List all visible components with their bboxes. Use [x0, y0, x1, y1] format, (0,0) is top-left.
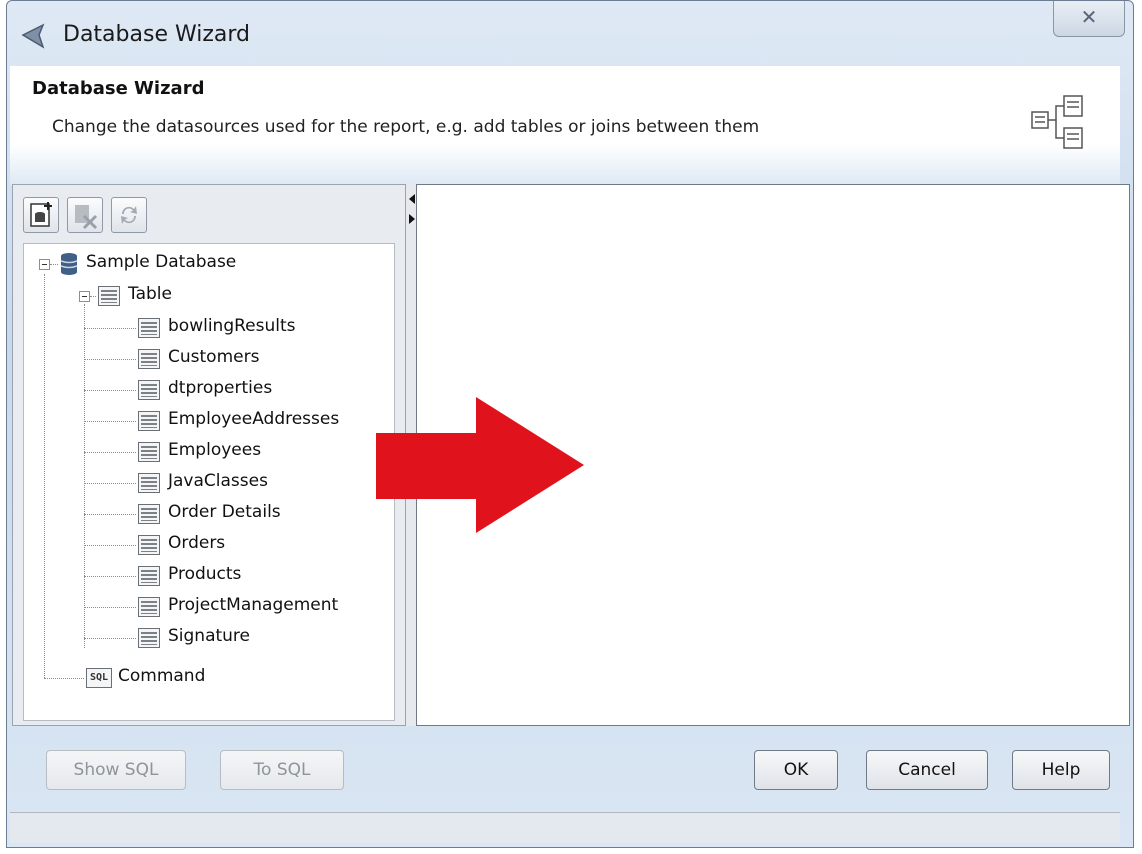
splitter-arrows-icon: [409, 194, 415, 224]
window-title: Database Wizard: [63, 22, 250, 47]
datasource-tree[interactable]: Sample Database Table bowlingResults Cus…: [23, 243, 395, 721]
annotation-arrow: [376, 397, 584, 533]
app-logo-icon: [21, 23, 45, 49]
add-datasource-button[interactable]: [23, 197, 59, 233]
tree-line: [84, 638, 136, 639]
ok-button[interactable]: OK: [754, 750, 838, 790]
datasource-join-icon: [1031, 95, 1083, 149]
tree-line: [84, 607, 136, 608]
header-gradient: [10, 144, 1120, 186]
wizard-footer: Show SQL To SQL OK Cancel Help: [10, 726, 1120, 812]
database-icon: [60, 253, 78, 275]
tree-line: [90, 296, 96, 297]
status-bar: [10, 812, 1120, 843]
table-icon: [138, 411, 160, 431]
collapse-toggle[interactable]: [79, 291, 90, 302]
table-icon: [138, 318, 160, 338]
table-icon: [138, 473, 160, 493]
tree-line: [84, 452, 136, 453]
datasource-panel: Sample Database Table bowlingResults Cus…: [12, 184, 406, 726]
table-icon: [138, 535, 160, 555]
cancel-button[interactable]: Cancel: [866, 750, 988, 790]
tree-line: [84, 328, 136, 329]
collapse-toggle[interactable]: [39, 259, 50, 270]
table-group-icon: [98, 286, 120, 306]
tree-node-table[interactable]: JavaClasses: [168, 471, 268, 491]
tree-line: [84, 421, 136, 422]
close-icon: ✕: [1080, 5, 1098, 29]
refresh-icon: [121, 206, 137, 224]
tree-node-table[interactable]: Customers: [168, 347, 259, 367]
close-button[interactable]: ✕: [1053, 1, 1125, 37]
tree-node-table[interactable]: Employees: [168, 440, 261, 460]
tree-line: [50, 264, 58, 265]
tree-line: [84, 545, 136, 546]
table-icon: [138, 597, 160, 617]
tree-node-table[interactable]: bowlingResults: [168, 316, 296, 336]
tree-line: [84, 390, 136, 391]
tree-line: [84, 304, 85, 648]
tree-line: [44, 274, 45, 678]
tree-node-table[interactable]: EmployeeAddresses: [168, 409, 339, 429]
to-sql-button[interactable]: To SQL: [220, 750, 344, 790]
tree-node-database[interactable]: Sample Database: [86, 252, 236, 272]
tree-node-table[interactable]: ProjectManagement: [168, 595, 338, 615]
help-button[interactable]: Help: [1012, 750, 1110, 790]
add-database-icon: [30, 202, 52, 227]
remove-icon: [75, 205, 98, 230]
tree-node-table[interactable]: Products: [168, 564, 241, 584]
tree-line: [84, 514, 136, 515]
tree-node-command[interactable]: Command: [118, 666, 205, 686]
table-icon: [138, 628, 160, 648]
table-icon: [138, 504, 160, 524]
page-title: Database Wizard: [32, 78, 205, 99]
tree-node-table[interactable]: Orders: [168, 533, 225, 553]
table-icon: [138, 566, 160, 586]
refresh-button[interactable]: [111, 197, 147, 233]
table-icon: [138, 349, 160, 369]
show-sql-button[interactable]: Show SQL: [46, 750, 186, 790]
table-icon: [138, 380, 160, 400]
tree-line: [84, 359, 136, 360]
tree-node-table[interactable]: Order Details: [168, 502, 281, 522]
tree-line: [84, 576, 136, 577]
tree-line: [84, 483, 136, 484]
tree-line: [44, 678, 84, 679]
tree-node-table[interactable]: dtproperties: [168, 378, 272, 398]
page-subtitle: Change the datasources used for the repo…: [52, 117, 760, 137]
remove-datasource-button[interactable]: [67, 197, 103, 233]
table-icon: [138, 442, 160, 462]
sql-command-icon: SQL: [86, 668, 112, 688]
title-bar[interactable]: Database Wizard ✕: [7, 1, 1133, 67]
tree-node-table-group[interactable]: Table: [128, 284, 172, 304]
tree-node-table[interactable]: Signature: [168, 626, 250, 646]
